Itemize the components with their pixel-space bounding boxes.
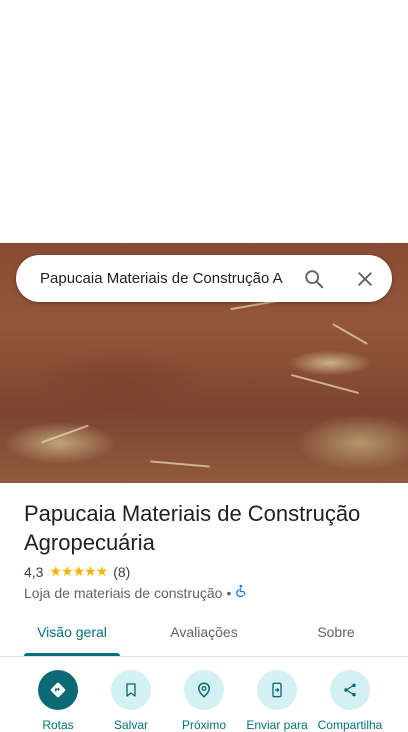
action-buttons-row: Rotas Salvar Próximo Enviar para Compart… — [0, 670, 408, 732]
share-icon — [330, 670, 370, 710]
share-button[interactable]: Compartilha — [314, 670, 386, 732]
send-to-phone-button[interactable]: Enviar para — [241, 670, 313, 732]
tab-bar: Visão geral Avaliações Sobre — [0, 616, 408, 657]
bookmark-icon — [111, 670, 151, 710]
tab-overview-label: Visão geral — [37, 624, 107, 640]
tab-about[interactable]: Sobre — [296, 616, 376, 656]
category-row: Loja de materiais de construção • — [24, 584, 249, 601]
search-icon[interactable] — [302, 267, 326, 291]
send-to-phone-icon — [257, 670, 297, 710]
tab-reviews-label: Avaliações — [170, 624, 238, 640]
nearby-label: Próximo — [181, 718, 226, 732]
tab-reviews[interactable]: Avaliações — [156, 616, 252, 656]
directions-icon — [38, 670, 78, 710]
separator: • — [226, 584, 232, 601]
rating-value: 4,3 — [24, 563, 44, 580]
share-label: Compartilha — [317, 718, 383, 732]
nearby-button[interactable]: Próximo — [168, 670, 240, 732]
place-title: Papucaia Materiais de Construção Agropec… — [24, 501, 361, 555]
save-button[interactable]: Salvar — [95, 670, 167, 732]
directions-label: Rotas — [42, 718, 74, 732]
send-to-phone-label: Enviar para — [246, 718, 308, 732]
nearby-icon — [184, 670, 224, 710]
save-label: Salvar — [113, 718, 148, 732]
search-bar[interactable]: Papucaia Materiais de Construção A — [16, 255, 392, 302]
wheelchair-accessible-icon — [235, 584, 249, 601]
place-category: Loja de materiais de construção — [24, 584, 223, 601]
review-count[interactable]: (8) — [113, 564, 130, 580]
tab-overview[interactable]: Visão geral — [24, 616, 120, 656]
rating-row[interactable]: 4,3 ★★★★★ (8) — [24, 563, 130, 580]
active-tab-indicator — [24, 653, 120, 656]
directions-button[interactable]: Rotas — [22, 670, 94, 732]
search-input[interactable]: Papucaia Materiais de Construção A — [40, 270, 288, 287]
star-rating-icon: ★★★★★ — [49, 563, 108, 579]
close-icon[interactable] — [353, 267, 377, 291]
tab-about-label: Sobre — [317, 624, 355, 640]
